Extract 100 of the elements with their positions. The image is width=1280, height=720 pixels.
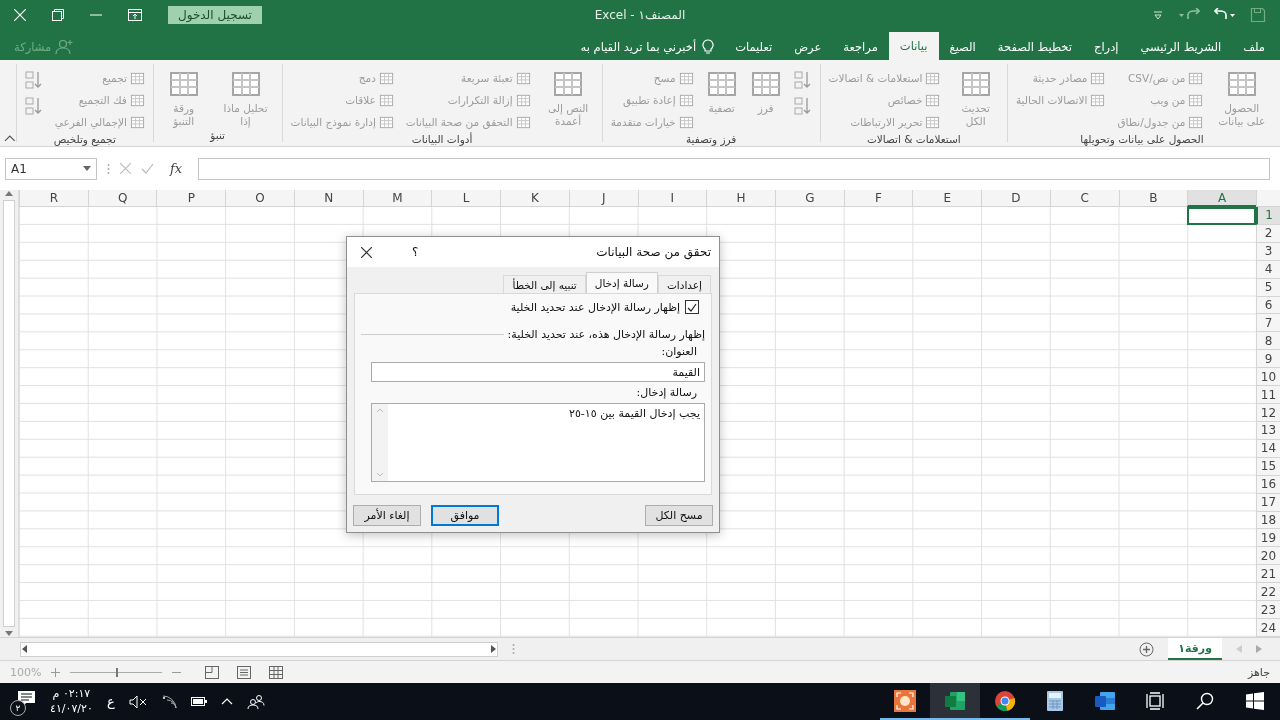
up-arrow-icon[interactable] (5, 190, 13, 198)
muted-speaker-icon[interactable] (128, 694, 147, 709)
column-header[interactable]: N (293, 190, 363, 207)
field-label: العنوان: (660, 345, 698, 358)
title-field[interactable]: القيمة (371, 362, 705, 382)
check-icon[interactable] (141, 163, 154, 174)
column-header[interactable]: J (568, 190, 638, 207)
row-header[interactable]: 22 (1256, 583, 1280, 602)
checkbox[interactable] (685, 300, 699, 314)
column-header[interactable]: B (1118, 190, 1188, 207)
formula-input[interactable] (198, 157, 1270, 180)
undo-icon[interactable] (1178, 8, 1200, 22)
name-box[interactable]: A1 (5, 157, 97, 180)
clock[interactable]: ٠٢:١٧ م ٤١/٠٧/٢٠ (50, 686, 93, 717)
column-header[interactable]: L (431, 190, 501, 207)
language-indicator[interactable]: ع (106, 694, 115, 709)
close-icon[interactable] (361, 246, 372, 258)
column-header[interactable]: P (156, 190, 226, 207)
row-header[interactable]: 11 (1256, 386, 1280, 405)
ribbon-tab[interactable]: الصيغ (938, 34, 987, 60)
help-button[interactable]: ؟ (412, 245, 419, 259)
row-header[interactable]: 10 (1256, 368, 1280, 387)
row-header[interactable]: 21 (1256, 565, 1280, 584)
caret-icon[interactable] (83, 166, 91, 171)
tell-me-box[interactable]: أخبرني بما تريد القيام به (570, 34, 725, 60)
column-header[interactable]: E (912, 190, 982, 207)
row-header[interactable]: 12 (1256, 404, 1280, 422)
column-header[interactable]: C (1049, 190, 1119, 207)
column-header[interactable]: K (500, 190, 569, 207)
scrollbar-thumb[interactable] (3, 200, 15, 627)
ribbon-tab[interactable]: إدراج (1083, 34, 1130, 60)
ribbon-tab[interactable]: مراجعة (832, 34, 889, 60)
dialog-button[interactable]: مسح الكل (645, 505, 713, 526)
column-header[interactable]: Q (87, 190, 157, 207)
lightbulb-icon (702, 39, 715, 55)
group-label: أدوات البيانات (410, 133, 474, 145)
ribbon-tab[interactable]: بيانات (888, 32, 939, 60)
wifi-icon[interactable] (160, 694, 177, 709)
word-app-icon (1094, 690, 1116, 711)
ribbon-tab[interactable]: تعليمات (724, 34, 784, 60)
battery-icon[interactable] (190, 697, 207, 706)
row-header[interactable]: 1 (1256, 207, 1280, 225)
checkbox-label[interactable]: إظهار رسالة الإدخال عند تحديد الخلية (510, 300, 680, 314)
selected-cell[interactable] (1187, 207, 1256, 225)
row-header[interactable]: 23 (1256, 601, 1280, 620)
right-arrow-icon[interactable] (489, 645, 497, 653)
ribbon-tab[interactable]: الشريط الرئيسي (1129, 34, 1233, 60)
dialog-button[interactable]: موافق (431, 505, 499, 526)
page-layout-icon[interactable] (237, 665, 252, 679)
column-header[interactable]: F (843, 190, 913, 207)
insert-function-button[interactable]: fx (170, 161, 183, 176)
restore-icon[interactable] (52, 9, 64, 21)
column-header[interactable]: R (19, 190, 88, 207)
date-text: ٤١/٠٧/٢٠ (50, 701, 93, 717)
row-header[interactable]: 9 (1256, 350, 1280, 369)
split-handle-icon[interactable] (512, 643, 515, 655)
dialog-tab[interactable]: تنبيه إلى الخطأ (503, 275, 586, 293)
collapse-ribbon-icon[interactable] (4, 134, 16, 142)
taskbar-button[interactable] (930, 683, 980, 720)
customize-icon[interactable] (1152, 9, 1164, 21)
sign-in-button[interactable]: تسجيل الدخول (168, 6, 262, 24)
column-header[interactable]: D (981, 190, 1050, 207)
row-header[interactable]: 19 (1256, 529, 1280, 548)
sheet-tab[interactable]: ورقة١ (1168, 638, 1222, 660)
table-icon (515, 114, 531, 130)
ribbon-tab[interactable]: عرض (783, 34, 833, 60)
group-label: تنبؤ (208, 129, 227, 141)
dialog-tab[interactable]: رسالة إدخال (585, 272, 658, 293)
column-header[interactable]: O (225, 190, 294, 207)
ribbon-tab[interactable]: ملف (1232, 34, 1276, 60)
row-header[interactable]: 24 (1256, 619, 1280, 637)
page-break-view-icon[interactable] (205, 665, 220, 679)
ribbon-tab[interactable]: تخطيط الصفحة (986, 34, 1083, 60)
group-label: تجميع وتلخيص (52, 133, 117, 145)
field-label: رسالة إدخال: (635, 386, 698, 399)
vertical-scrollbar[interactable] (0, 190, 19, 637)
row-header[interactable]: 20 (1256, 547, 1280, 566)
column-header[interactable]: A (1187, 190, 1256, 207)
column-header[interactable]: G (774, 190, 844, 207)
down-arrow-icon[interactable] (5, 629, 13, 637)
grid-view-icon[interactable] (269, 665, 284, 679)
dialog-button[interactable]: إلغاء الأمر (353, 505, 421, 526)
left-arrow-icon[interactable] (21, 645, 29, 653)
redo-icon[interactable] (1214, 8, 1236, 22)
column-header[interactable]: H (706, 190, 775, 207)
horizontal-scrollbar[interactable] (20, 641, 498, 657)
slider-thumb[interactable] (116, 667, 119, 677)
group-label: استعلامات & اتصالات (865, 133, 962, 145)
people-icon[interactable] (246, 693, 265, 710)
table-icon (129, 70, 145, 86)
add-sheet-icon[interactable] (1139, 641, 1155, 657)
row-header[interactable]: 7 (1256, 314, 1280, 333)
caret-up-icon[interactable] (220, 698, 233, 705)
drag-handle-icon[interactable] (107, 162, 110, 175)
row-header[interactable]: 8 (1256, 332, 1280, 351)
column-header[interactable]: M (362, 190, 432, 207)
ribbon-options-icon[interactable] (128, 9, 142, 21)
dialog-tab[interactable]: إعدادات (657, 275, 711, 293)
column-header[interactable]: I (637, 190, 707, 207)
plus-icon[interactable] (51, 667, 61, 677)
